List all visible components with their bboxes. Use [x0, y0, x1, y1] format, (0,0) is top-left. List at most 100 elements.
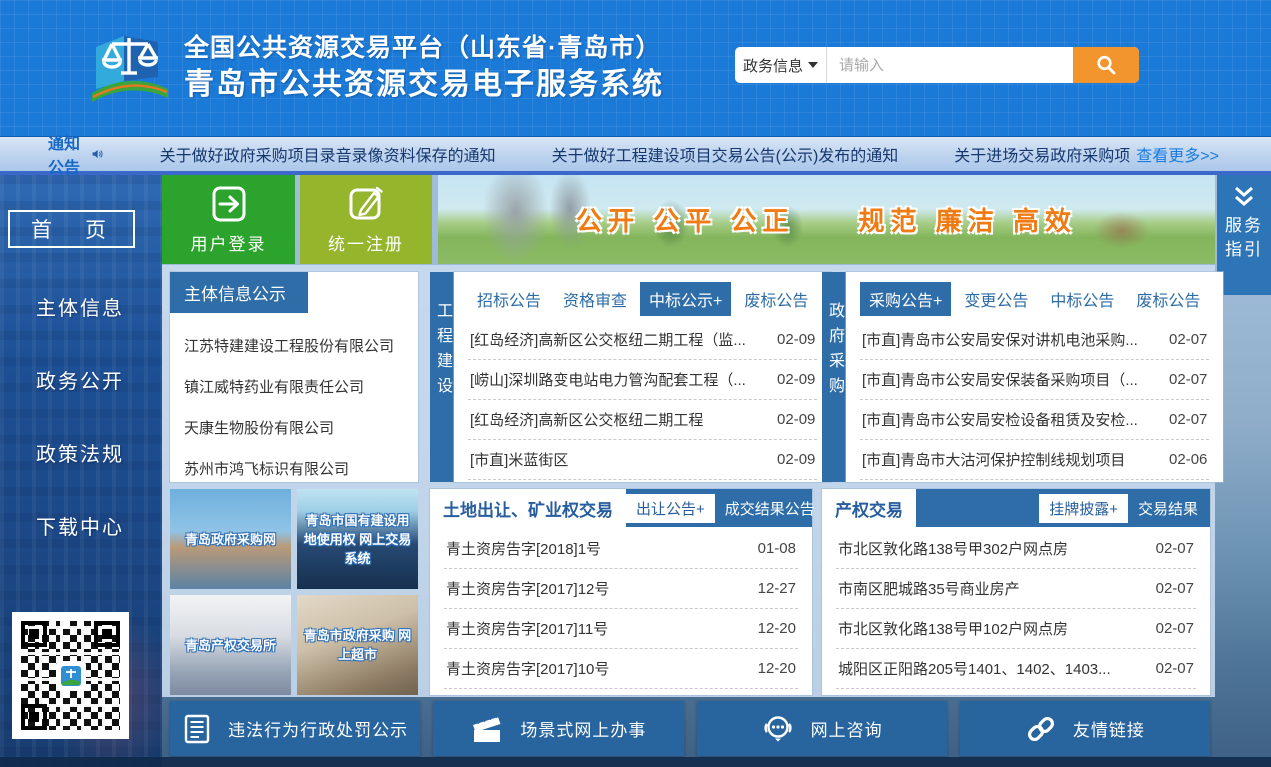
- list-item[interactable]: 江苏特建建设工程股份有限公司: [184, 325, 404, 366]
- item-date: 02-09: [777, 411, 815, 428]
- item-title: 市北区敦化路138号甲102户网点房: [838, 618, 1068, 639]
- tab-purchase-announcement[interactable]: 采购公告+: [860, 282, 951, 316]
- procurement-section: 政府采购 采购公告+ 变更公告 中标公告 废标公告 [市直]青岛市公安局安保对讲…: [822, 272, 1210, 482]
- item-title: [红岛经济]高新区公交枢纽二期工程（监...: [470, 329, 746, 350]
- user-login-label: 用户登录: [191, 230, 267, 255]
- tab-listing-disclosure[interactable]: 挂牌披露+: [1039, 494, 1128, 523]
- list-item[interactable]: 市南区肥城路35号商业房产 02-07: [836, 569, 1196, 609]
- item-date: 12-20: [758, 620, 796, 637]
- list-item[interactable]: 青土资房告字[2017]10号 12-20: [444, 649, 798, 689]
- list-item[interactable]: [市直]米蓝街区 02-09: [468, 440, 817, 480]
- online-consultation-button[interactable]: 网上咨询: [697, 701, 947, 756]
- search-input[interactable]: [827, 47, 1073, 83]
- item-date: 02-06: [1169, 451, 1207, 468]
- service-guide-label: 服务: [1217, 214, 1271, 238]
- list-item[interactable]: 市北区敦化路138号甲302户网点房 02-07: [836, 529, 1196, 569]
- list-item[interactable]: 镇江威特药业有限责任公司: [184, 366, 404, 407]
- land-trading-card: 土地出让、矿业权交易 出让公告+ 成交结果公告 青土资房告字[2018]1号 0…: [430, 489, 812, 695]
- entity-info-title: 主体信息公示: [170, 272, 308, 313]
- item-date: 12-20: [758, 660, 796, 677]
- search-category-select[interactable]: 政务信息: [735, 47, 827, 83]
- site-header: 全国公共资源交易平台（山东省·青岛市） 青岛市公共资源交易电子服务系统 政务信息: [0, 0, 1271, 137]
- list-item[interactable]: 天康生物股份有限公司: [184, 407, 404, 448]
- footer-button-label: 友情链接: [1073, 716, 1145, 741]
- list-item[interactable]: 青土资房告字[2017]11号 12-20: [444, 609, 798, 649]
- search-category-label: 政务信息: [743, 55, 803, 76]
- item-title: [市直]青岛市公安局安保对讲机电池采购...: [862, 329, 1138, 350]
- list-item[interactable]: 城阳区正阳路205号1401、1402、1403... 02-07: [836, 649, 1196, 689]
- qr-center-logo-icon: [56, 661, 86, 691]
- notice-item[interactable]: 关于做好政府采购项目录音录像资料保存的通知: [160, 142, 496, 166]
- footer-button-row: 违法行为行政处罚公示 场景式网上办事 网上咨询: [170, 701, 1210, 756]
- search-bar: 政务信息: [735, 47, 1139, 83]
- tab-winning-publicity[interactable]: 中标公示+: [640, 282, 731, 316]
- sidebar-item-policies[interactable]: 政策法规: [0, 438, 160, 467]
- procurement-side-label: 政府采购: [822, 272, 846, 482]
- site-logo-icon: [88, 31, 172, 107]
- site-title-line1: 全国公共资源交易平台（山东省·青岛市）: [184, 31, 664, 65]
- thumbnail-property-exchange[interactable]: 青岛产权交易所: [170, 595, 291, 695]
- list-item[interactable]: [市直]青岛市公安局安检设备租赁及安检... 02-07: [860, 400, 1209, 440]
- banner-slogan-right: 规范 廉洁 高效: [859, 201, 1077, 238]
- register-button[interactable]: 统一注册: [300, 175, 432, 264]
- tab-trade-results[interactable]: 交易结果: [1138, 498, 1198, 519]
- tab-bid-announcement[interactable]: 招标公告: [468, 282, 550, 316]
- item-date: 02-07: [1169, 411, 1207, 428]
- item-title: 城阳区正阳路205号1401、1402、1403...: [838, 658, 1111, 679]
- tab-transfer-announcement[interactable]: 出让公告+: [626, 494, 715, 523]
- notice-more-link[interactable]: 查看更多>>: [1136, 142, 1219, 166]
- register-pencil-icon: [344, 184, 388, 224]
- notice-item[interactable]: 关于进场交易政府采购项: [954, 142, 1130, 166]
- list-item[interactable]: [市直]青岛市公安局安保对讲机电池采购... 02-07: [860, 320, 1209, 360]
- footer-button-label: 场景式网上办事: [520, 716, 646, 741]
- dropdown-arrow-icon: [808, 62, 818, 68]
- service-guide-label: 指引: [1217, 238, 1271, 262]
- tab-change-announcement[interactable]: 变更公告: [955, 282, 1037, 316]
- list-item[interactable]: 青土资房告字[2017]12号 12-27: [444, 569, 798, 609]
- item-title: 青土资房告字[2017]10号: [446, 658, 609, 679]
- list-item[interactable]: [红岛经济]高新区公交枢纽二期工程 02-09: [468, 400, 817, 440]
- procurement-body: 采购公告+ 变更公告 中标公告 废标公告 [市直]青岛市公安局安保对讲机电池采购…: [846, 272, 1223, 482]
- tab-void-announcement[interactable]: 废标公告: [1127, 282, 1209, 316]
- thumbnail-online-supermarket[interactable]: 青岛市政府采购 网上超市: [297, 595, 418, 695]
- sidebar-item-home[interactable]: 首 页: [8, 210, 135, 248]
- item-title: [崂山]深圳路变电站电力管沟配套工程（...: [470, 369, 746, 390]
- user-login-button[interactable]: 用户登录: [162, 175, 295, 264]
- scenario-online-service-button[interactable]: 场景式网上办事: [433, 701, 683, 756]
- sidebar-item-download-center[interactable]: 下载中心: [0, 511, 160, 540]
- qr-pattern: [21, 621, 120, 730]
- tab-transaction-results[interactable]: 成交结果公告: [725, 498, 815, 519]
- list-item[interactable]: [崂山]深圳路变电站电力管沟配套工程（... 02-09: [468, 360, 817, 400]
- notice-item[interactable]: 关于做好工程建设项目交易公告(公示)发布的通知: [552, 142, 899, 166]
- sidebar-item-entity-info[interactable]: 主体信息: [0, 292, 160, 321]
- tab-winning-announcement[interactable]: 中标公告: [1041, 282, 1123, 316]
- list-item[interactable]: [市直]青岛市公安局安保装备采购项目（... 02-07: [860, 360, 1209, 400]
- portal-thumbnails: 青岛政府采购网 青岛市国有建设用地使用权 网上交易系统 青岛产权交易所 青岛市政…: [170, 489, 418, 695]
- thumbnail-gov-procurement-site[interactable]: 青岛政府采购网: [170, 489, 291, 589]
- tab-void-bid[interactable]: 废标公告: [735, 282, 817, 316]
- list-item[interactable]: 青土资房告字[2018]1号 01-08: [444, 529, 798, 569]
- service-guide-button[interactable]: 服务 指引: [1217, 175, 1271, 295]
- list-item[interactable]: [红岛经济]高新区公交枢纽二期工程（监... 02-09: [468, 320, 817, 360]
- notice-bar: 通知公告 关于做好政府采购项目录音录像资料保存的通知 关于做好工程建设项目交易公…: [0, 137, 1271, 175]
- thumbnail-land-trading-system[interactable]: 青岛市国有建设用地使用权 网上交易系统: [297, 489, 418, 589]
- property-card-title: 产权交易: [822, 489, 916, 527]
- list-item[interactable]: 苏州市鸿飞标识有限公司: [184, 448, 404, 489]
- bottom-strip: [0, 757, 1271, 767]
- item-title: 青土资房告字[2018]1号: [446, 538, 601, 559]
- item-date: 02-07: [1169, 371, 1207, 388]
- item-date: 02-07: [1156, 580, 1194, 597]
- illegal-penalty-publicity-button[interactable]: 违法行为行政处罚公示: [170, 701, 420, 756]
- sidebar-item-gov-affairs[interactable]: 政务公开: [0, 365, 160, 394]
- list-item[interactable]: [市直]青岛市大沽河保护控制线规划项目 02-06: [860, 440, 1209, 480]
- property-list: 市北区敦化路138号甲302户网点房 02-07 市南区肥城路35号商业房产 0…: [822, 527, 1210, 689]
- engineering-tabs: 招标公告 资格审查 中标公示+ 废标公告: [468, 272, 817, 316]
- friendly-links-button[interactable]: 友情链接: [960, 701, 1210, 756]
- item-title: 青土资房告字[2017]12号: [446, 578, 609, 599]
- search-icon: [1095, 54, 1117, 76]
- procurement-tabs: 采购公告+ 变更公告 中标公告 废标公告: [860, 272, 1209, 316]
- list-item[interactable]: 市北区敦化路138号甲102户网点房 02-07: [836, 609, 1196, 649]
- tab-qualification-review[interactable]: 资格审查: [554, 282, 636, 316]
- qr-finder-icon: [94, 621, 120, 647]
- search-button[interactable]: [1073, 47, 1139, 83]
